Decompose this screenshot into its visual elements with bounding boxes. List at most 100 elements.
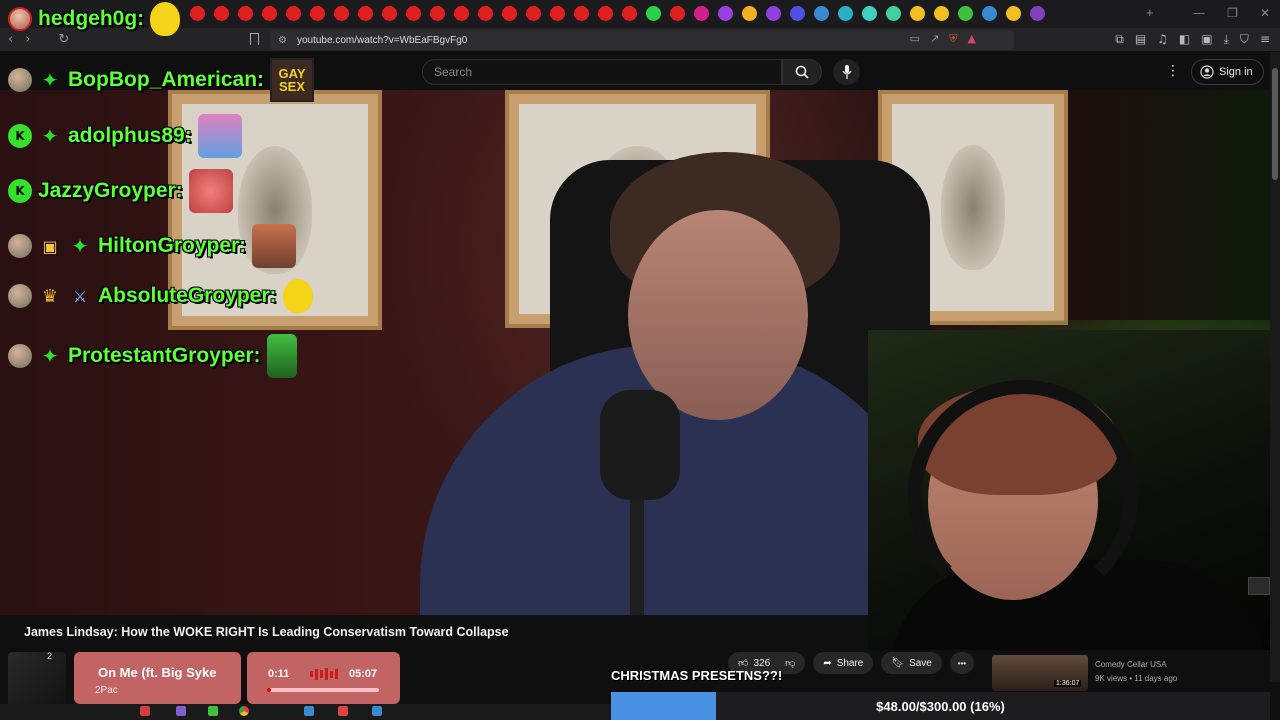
- webcam-logo: [1248, 577, 1270, 595]
- search-input[interactable]: Search: [422, 59, 782, 85]
- like-count: 326: [753, 657, 771, 669]
- browser-tab-icon[interactable]: [646, 6, 661, 21]
- taskbar-app-icon[interactable]: [338, 706, 348, 716]
- maximize-button[interactable]: ❐: [1227, 6, 1238, 20]
- browser-tab-icon[interactable]: [622, 6, 637, 21]
- user-avatar-icon: [8, 344, 32, 368]
- sign-in-button[interactable]: Sign in: [1191, 59, 1264, 85]
- chat-emote: [252, 224, 297, 268]
- browser-tab-icon[interactable]: [934, 6, 949, 21]
- more-icon: •••: [957, 658, 967, 668]
- donation-goal-text: $48.00/$300.00 (16%): [876, 698, 1005, 714]
- song-progress-fill: [267, 688, 272, 692]
- browser-tab-icon[interactable]: [430, 6, 445, 21]
- browser-tab-icon[interactable]: [766, 6, 781, 21]
- browser-tab-icon[interactable]: [574, 6, 589, 21]
- extensions-icon[interactable]: ⧉: [1115, 32, 1124, 47]
- browser-tab-icon[interactable]: [502, 6, 517, 21]
- chat-overlay: ✦ BopBop_American: GAY SEX K ✦ adolphus8…: [0, 0, 420, 380]
- minimize-button[interactable]: —: [1193, 6, 1205, 20]
- browser-tab-icon[interactable]: [550, 6, 565, 21]
- reader-icon[interactable]: ▤: [1135, 32, 1146, 47]
- browser-tab-icon[interactable]: [886, 6, 901, 21]
- browser-tab-icon[interactable]: [862, 6, 877, 21]
- media-icon[interactable]: ♫: [1157, 32, 1168, 47]
- downloads-icon[interactable]: ⤓: [1224, 32, 1229, 47]
- browser-tab-icon[interactable]: [454, 6, 469, 21]
- browser-tab-icon[interactable]: [742, 6, 757, 21]
- browser-tab-icon[interactable]: [1030, 6, 1045, 21]
- recommended-video[interactable]: 1:36:07 Comedy Cellar USA 9K views • 11 …: [992, 655, 1268, 693]
- stream-announcement: CHRISTMAS PRESETNS??!: [611, 668, 783, 683]
- more-actions-button[interactable]: •••: [949, 652, 974, 674]
- voice-search-button[interactable]: [833, 59, 860, 85]
- share-page-icon[interactable]: ↗: [930, 32, 939, 46]
- browser-tab-icon[interactable]: [670, 6, 685, 21]
- donation-goal-bar: $48.00/$300.00 (16%): [611, 692, 1270, 720]
- url-actions: ▭ ↗ ⛨ ▲: [910, 32, 976, 46]
- browser-tab-icon[interactable]: [598, 6, 613, 21]
- browser-tab-icon[interactable]: [718, 6, 733, 21]
- chat-message: K ✦ adolphus89:: [8, 114, 242, 158]
- browser-tab-icon[interactable]: [694, 6, 709, 21]
- dislike-icon[interactable]: 👎︎: [785, 657, 795, 669]
- recommended-meta: 9K views • 11 days ago: [1095, 674, 1178, 683]
- chat-emote: [266, 334, 297, 378]
- browser-tab-icon[interactable]: [814, 6, 829, 21]
- taskbar-app-icon[interactable]: [304, 706, 314, 716]
- scrollbar-thumb[interactable]: [1272, 68, 1278, 180]
- sidebar-icon[interactable]: ◧: [1179, 32, 1190, 47]
- screenshot-icon[interactable]: ▭: [910, 32, 920, 46]
- microphone-icon: [841, 65, 852, 79]
- rewards-icon[interactable]: ▲: [968, 32, 976, 46]
- browser-tab-icon[interactable]: [838, 6, 853, 21]
- screen: + — ❐ ✕ ‹ › ↻ ⚙ youtube.com/watch?v=WbEa…: [0, 0, 1280, 720]
- taskbar-app-icon[interactable]: [208, 706, 218, 716]
- sparkle-badge-icon: ✦: [41, 68, 59, 92]
- chat-username: JazzyGroyper:: [38, 179, 183, 202]
- sword-badge-icon: ⚔: [72, 286, 88, 306]
- chat-emote: GAY SEX: [270, 58, 315, 102]
- settings-menu-icon[interactable]: ⋮: [1166, 63, 1180, 79]
- wallet-icon[interactable]: ▣: [1201, 32, 1212, 47]
- browser-tab-icon[interactable]: [910, 6, 925, 21]
- shield-icon[interactable]: ⛨: [949, 32, 957, 46]
- browser-tab-icon[interactable]: [1006, 6, 1021, 21]
- chat-message: ♛ ⚔ AbsoluteGroyper:: [8, 279, 313, 313]
- share-icon: ➦: [823, 657, 832, 669]
- chat-emote: [282, 279, 313, 313]
- extension-icons: ⧉ ▤ ♫ ◧ ▣ ⤓ ⛉ ≡: [1115, 32, 1270, 47]
- song-title: On Me (ft. Big Syke: [98, 665, 217, 680]
- taskbar-app-icon[interactable]: [140, 706, 150, 716]
- kick-badge-icon: K: [8, 179, 32, 203]
- vpn-icon[interactable]: ⛉: [1240, 32, 1249, 47]
- user-avatar-icon: [8, 234, 32, 258]
- browser-tab-icon[interactable]: [478, 6, 493, 21]
- menu-icon[interactable]: ≡: [1260, 32, 1270, 47]
- search-placeholder: Search: [434, 65, 473, 79]
- chrome-icon[interactable]: [239, 706, 249, 716]
- page-scrollbar[interactable]: [1270, 52, 1280, 682]
- save-button[interactable]: 🔖︎ Save: [881, 652, 942, 674]
- chat-username: AbsoluteGroyper:: [98, 284, 277, 307]
- song-elapsed: 0:11: [268, 668, 290, 680]
- recommended-duration: 1:36:07: [1054, 680, 1082, 687]
- close-window-button[interactable]: ✕: [1260, 6, 1270, 20]
- taskbar-app-icon[interactable]: [372, 706, 382, 716]
- new-tab-button[interactable]: +: [1146, 5, 1154, 20]
- share-button[interactable]: ➦ Share: [813, 652, 874, 674]
- search-button[interactable]: [782, 59, 822, 85]
- waveform-icon: [310, 668, 338, 680]
- browser-tab-icon[interactable]: [982, 6, 997, 21]
- chat-message: ✦ BopBop_American: GAY SEX: [8, 58, 315, 102]
- browser-tab-icon[interactable]: [958, 6, 973, 21]
- now-playing-title-box: On Me (ft. Big Syke 2Pac: [74, 652, 241, 704]
- browser-tab-icon[interactable]: [790, 6, 805, 21]
- sparkle-badge-icon: ✦: [41, 344, 59, 368]
- sign-in-label: Sign in: [1219, 66, 1253, 78]
- album-art-label: 2: [47, 651, 53, 661]
- chat-username: adolphus89:: [68, 124, 192, 147]
- taskbar-app-icon[interactable]: [176, 706, 186, 716]
- save-icon: 🔖︎: [891, 657, 905, 669]
- browser-tab-icon[interactable]: [526, 6, 541, 21]
